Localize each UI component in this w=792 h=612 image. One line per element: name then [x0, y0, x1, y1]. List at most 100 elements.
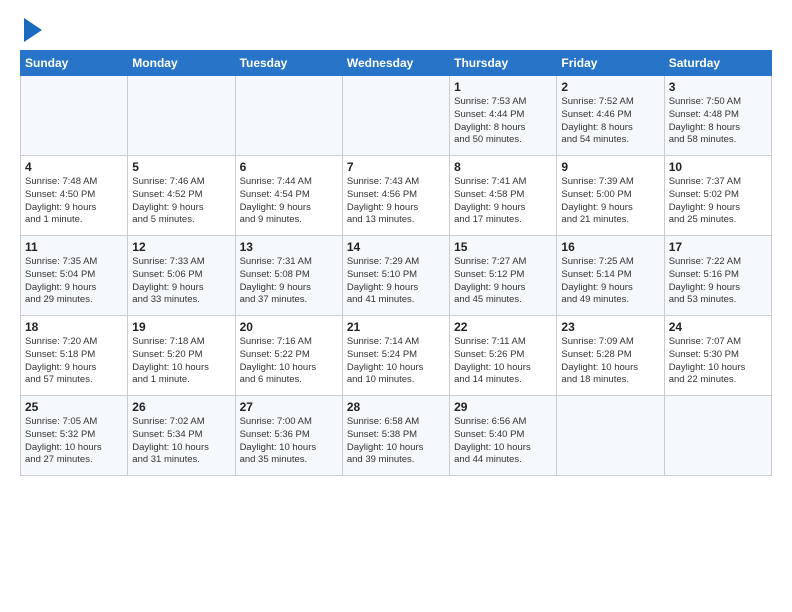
day-number: 26: [132, 400, 230, 414]
calendar-cell: 3 Sunrise: 7:50 AM Sunset: 4:48 PM Daylig…: [664, 76, 771, 156]
header-cell: Friday: [557, 51, 664, 76]
calendar-cell: 23Sunrise: 7:09 AM Sunset: 5:28 PM Dayli…: [557, 316, 664, 396]
logo-arrow-icon: [24, 18, 42, 42]
day-number: 7: [347, 160, 445, 174]
day-info: Sunrise: 7:52 AM Sunset: 4:46 PM Dayligh…: [561, 96, 659, 147]
header-cell: Wednesday: [342, 51, 449, 76]
day-info: Sunrise: 7:44 AM Sunset: 4:54 PM Dayligh…: [240, 176, 338, 227]
day-number: 9: [561, 160, 659, 174]
header-area: [20, 16, 772, 42]
calendar-cell: 7 Sunrise: 7:43 AM Sunset: 4:56 PM Daylig…: [342, 156, 449, 236]
calendar-cell: [664, 396, 771, 476]
day-info: Sunrise: 7:20 AM Sunset: 5:18 PM Dayligh…: [25, 336, 123, 387]
day-info: Sunrise: 7:00 AM Sunset: 5:36 PM Dayligh…: [240, 416, 338, 467]
day-number: 19: [132, 320, 230, 334]
day-number: 17: [669, 240, 767, 254]
day-number: 16: [561, 240, 659, 254]
day-info: Sunrise: 7:22 AM Sunset: 5:16 PM Dayligh…: [669, 256, 767, 307]
day-number: 12: [132, 240, 230, 254]
day-number: 28: [347, 400, 445, 414]
calendar-cell: 10 Sunrise: 7:37 AM Sunset: 5:02 PM Dayli…: [664, 156, 771, 236]
header-row: SundayMondayTuesdayWednesdayThursdayFrid…: [21, 51, 772, 76]
calendar-cell: [557, 396, 664, 476]
day-info: Sunrise: 7:39 AM Sunset: 5:00 PM Dayligh…: [561, 176, 659, 227]
day-number: 11: [25, 240, 123, 254]
day-number: 14: [347, 240, 445, 254]
calendar-cell: 29 Sunrise: 6:56 AM Sunset: 5:40 PM Dayli…: [450, 396, 557, 476]
header-cell: Saturday: [664, 51, 771, 76]
day-number: 29: [454, 400, 552, 414]
day-info: Sunrise: 7:14 AM Sunset: 5:24 PM Dayligh…: [347, 336, 445, 387]
page: SundayMondayTuesdayWednesdayThursdayFrid…: [0, 0, 792, 486]
day-info: Sunrise: 7:18 AM Sunset: 5:20 PM Dayligh…: [132, 336, 230, 387]
calendar-cell: 14 Sunrise: 7:29 AM Sunset: 5:10 PM Dayli…: [342, 236, 449, 316]
day-info: Sunrise: 7:16 AM Sunset: 5:22 PM Dayligh…: [240, 336, 338, 387]
day-info: Sunrise: 6:58 AM Sunset: 5:38 PM Dayligh…: [347, 416, 445, 467]
day-number: 24: [669, 320, 767, 334]
calendar-cell: 11 Sunrise: 7:35 AM Sunset: 5:04 PM Dayli…: [21, 236, 128, 316]
day-number: 10: [669, 160, 767, 174]
day-number: 1: [454, 80, 552, 94]
day-info: Sunrise: 7:31 AM Sunset: 5:08 PM Dayligh…: [240, 256, 338, 307]
day-info: Sunrise: 6:56 AM Sunset: 5:40 PM Dayligh…: [454, 416, 552, 467]
day-number: 3: [669, 80, 767, 94]
day-number: 18: [25, 320, 123, 334]
day-info: Sunrise: 7:25 AM Sunset: 5:14 PM Dayligh…: [561, 256, 659, 307]
header-cell: Tuesday: [235, 51, 342, 76]
day-number: 4: [25, 160, 123, 174]
day-number: 8: [454, 160, 552, 174]
header-cell: Thursday: [450, 51, 557, 76]
logo: [20, 16, 42, 42]
calendar-cell: 12 Sunrise: 7:33 AM Sunset: 5:06 PM Dayli…: [128, 236, 235, 316]
calendar-week-row: 1Sunrise: 7:53 AM Sunset: 4:44 PM Daylig…: [21, 76, 772, 156]
day-number: 13: [240, 240, 338, 254]
day-info: Sunrise: 7:35 AM Sunset: 5:04 PM Dayligh…: [25, 256, 123, 307]
calendar-cell: [128, 76, 235, 156]
day-number: 2: [561, 80, 659, 94]
header-cell: Monday: [128, 51, 235, 76]
calendar-cell: 18 Sunrise: 7:20 AM Sunset: 5:18 PM Dayli…: [21, 316, 128, 396]
day-info: Sunrise: 7:48 AM Sunset: 4:50 PM Dayligh…: [25, 176, 123, 227]
calendar-cell: 6 Sunrise: 7:44 AM Sunset: 4:54 PM Daylig…: [235, 156, 342, 236]
day-info: Sunrise: 7:07 AM Sunset: 5:30 PM Dayligh…: [669, 336, 767, 387]
calendar-cell: [342, 76, 449, 156]
day-info: Sunrise: 7:43 AM Sunset: 4:56 PM Dayligh…: [347, 176, 445, 227]
day-info: Sunrise: 7:50 AM Sunset: 4:48 PM Dayligh…: [669, 96, 767, 147]
day-info: Sunrise: 7:05 AM Sunset: 5:32 PM Dayligh…: [25, 416, 123, 467]
calendar-week-row: 25 Sunrise: 7:05 AM Sunset: 5:32 PM Dayli…: [21, 396, 772, 476]
calendar-week-row: 11 Sunrise: 7:35 AM Sunset: 5:04 PM Dayli…: [21, 236, 772, 316]
calendar-cell: 15 Sunrise: 7:27 AM Sunset: 5:12 PM Dayli…: [450, 236, 557, 316]
calendar-cell: 27 Sunrise: 7:00 AM Sunset: 5:36 PM Dayli…: [235, 396, 342, 476]
day-number: 25: [25, 400, 123, 414]
calendar-cell: [21, 76, 128, 156]
day-number: 22: [454, 320, 552, 334]
calendar-cell: 8 Sunrise: 7:41 AM Sunset: 4:58 PM Daylig…: [450, 156, 557, 236]
day-info: Sunrise: 7:09 AM Sunset: 5:28 PM Dayligh…: [561, 336, 659, 387]
day-info: Sunrise: 7:27 AM Sunset: 5:12 PM Dayligh…: [454, 256, 552, 307]
calendar-cell: 2 Sunrise: 7:52 AM Sunset: 4:46 PM Daylig…: [557, 76, 664, 156]
day-number: 20: [240, 320, 338, 334]
calendar-cell: 24 Sunrise: 7:07 AM Sunset: 5:30 PM Dayli…: [664, 316, 771, 396]
calendar-cell: 16 Sunrise: 7:25 AM Sunset: 5:14 PM Dayli…: [557, 236, 664, 316]
day-number: 5: [132, 160, 230, 174]
day-info: Sunrise: 7:11 AM Sunset: 5:26 PM Dayligh…: [454, 336, 552, 387]
day-info: Sunrise: 7:29 AM Sunset: 5:10 PM Dayligh…: [347, 256, 445, 307]
day-number: 6: [240, 160, 338, 174]
calendar-table: SundayMondayTuesdayWednesdayThursdayFrid…: [20, 50, 772, 476]
day-info: Sunrise: 7:02 AM Sunset: 5:34 PM Dayligh…: [132, 416, 230, 467]
calendar-cell: 26 Sunrise: 7:02 AM Sunset: 5:34 PM Dayli…: [128, 396, 235, 476]
day-info: Sunrise: 7:37 AM Sunset: 5:02 PM Dayligh…: [669, 176, 767, 227]
day-info: Sunrise: 7:33 AM Sunset: 5:06 PM Dayligh…: [132, 256, 230, 307]
day-number: 21: [347, 320, 445, 334]
calendar-cell: 28 Sunrise: 6:58 AM Sunset: 5:38 PM Dayli…: [342, 396, 449, 476]
header-cell: Sunday: [21, 51, 128, 76]
day-number: 27: [240, 400, 338, 414]
calendar-week-row: 18 Sunrise: 7:20 AM Sunset: 5:18 PM Dayli…: [21, 316, 772, 396]
day-number: 15: [454, 240, 552, 254]
calendar-cell: 1Sunrise: 7:53 AM Sunset: 4:44 PM Daylig…: [450, 76, 557, 156]
calendar-cell: 21 Sunrise: 7:14 AM Sunset: 5:24 PM Dayli…: [342, 316, 449, 396]
calendar-cell: 20 Sunrise: 7:16 AM Sunset: 5:22 PM Dayli…: [235, 316, 342, 396]
day-info: Sunrise: 7:41 AM Sunset: 4:58 PM Dayligh…: [454, 176, 552, 227]
calendar-cell: 4 Sunrise: 7:48 AM Sunset: 4:50 PM Daylig…: [21, 156, 128, 236]
calendar-cell: [235, 76, 342, 156]
